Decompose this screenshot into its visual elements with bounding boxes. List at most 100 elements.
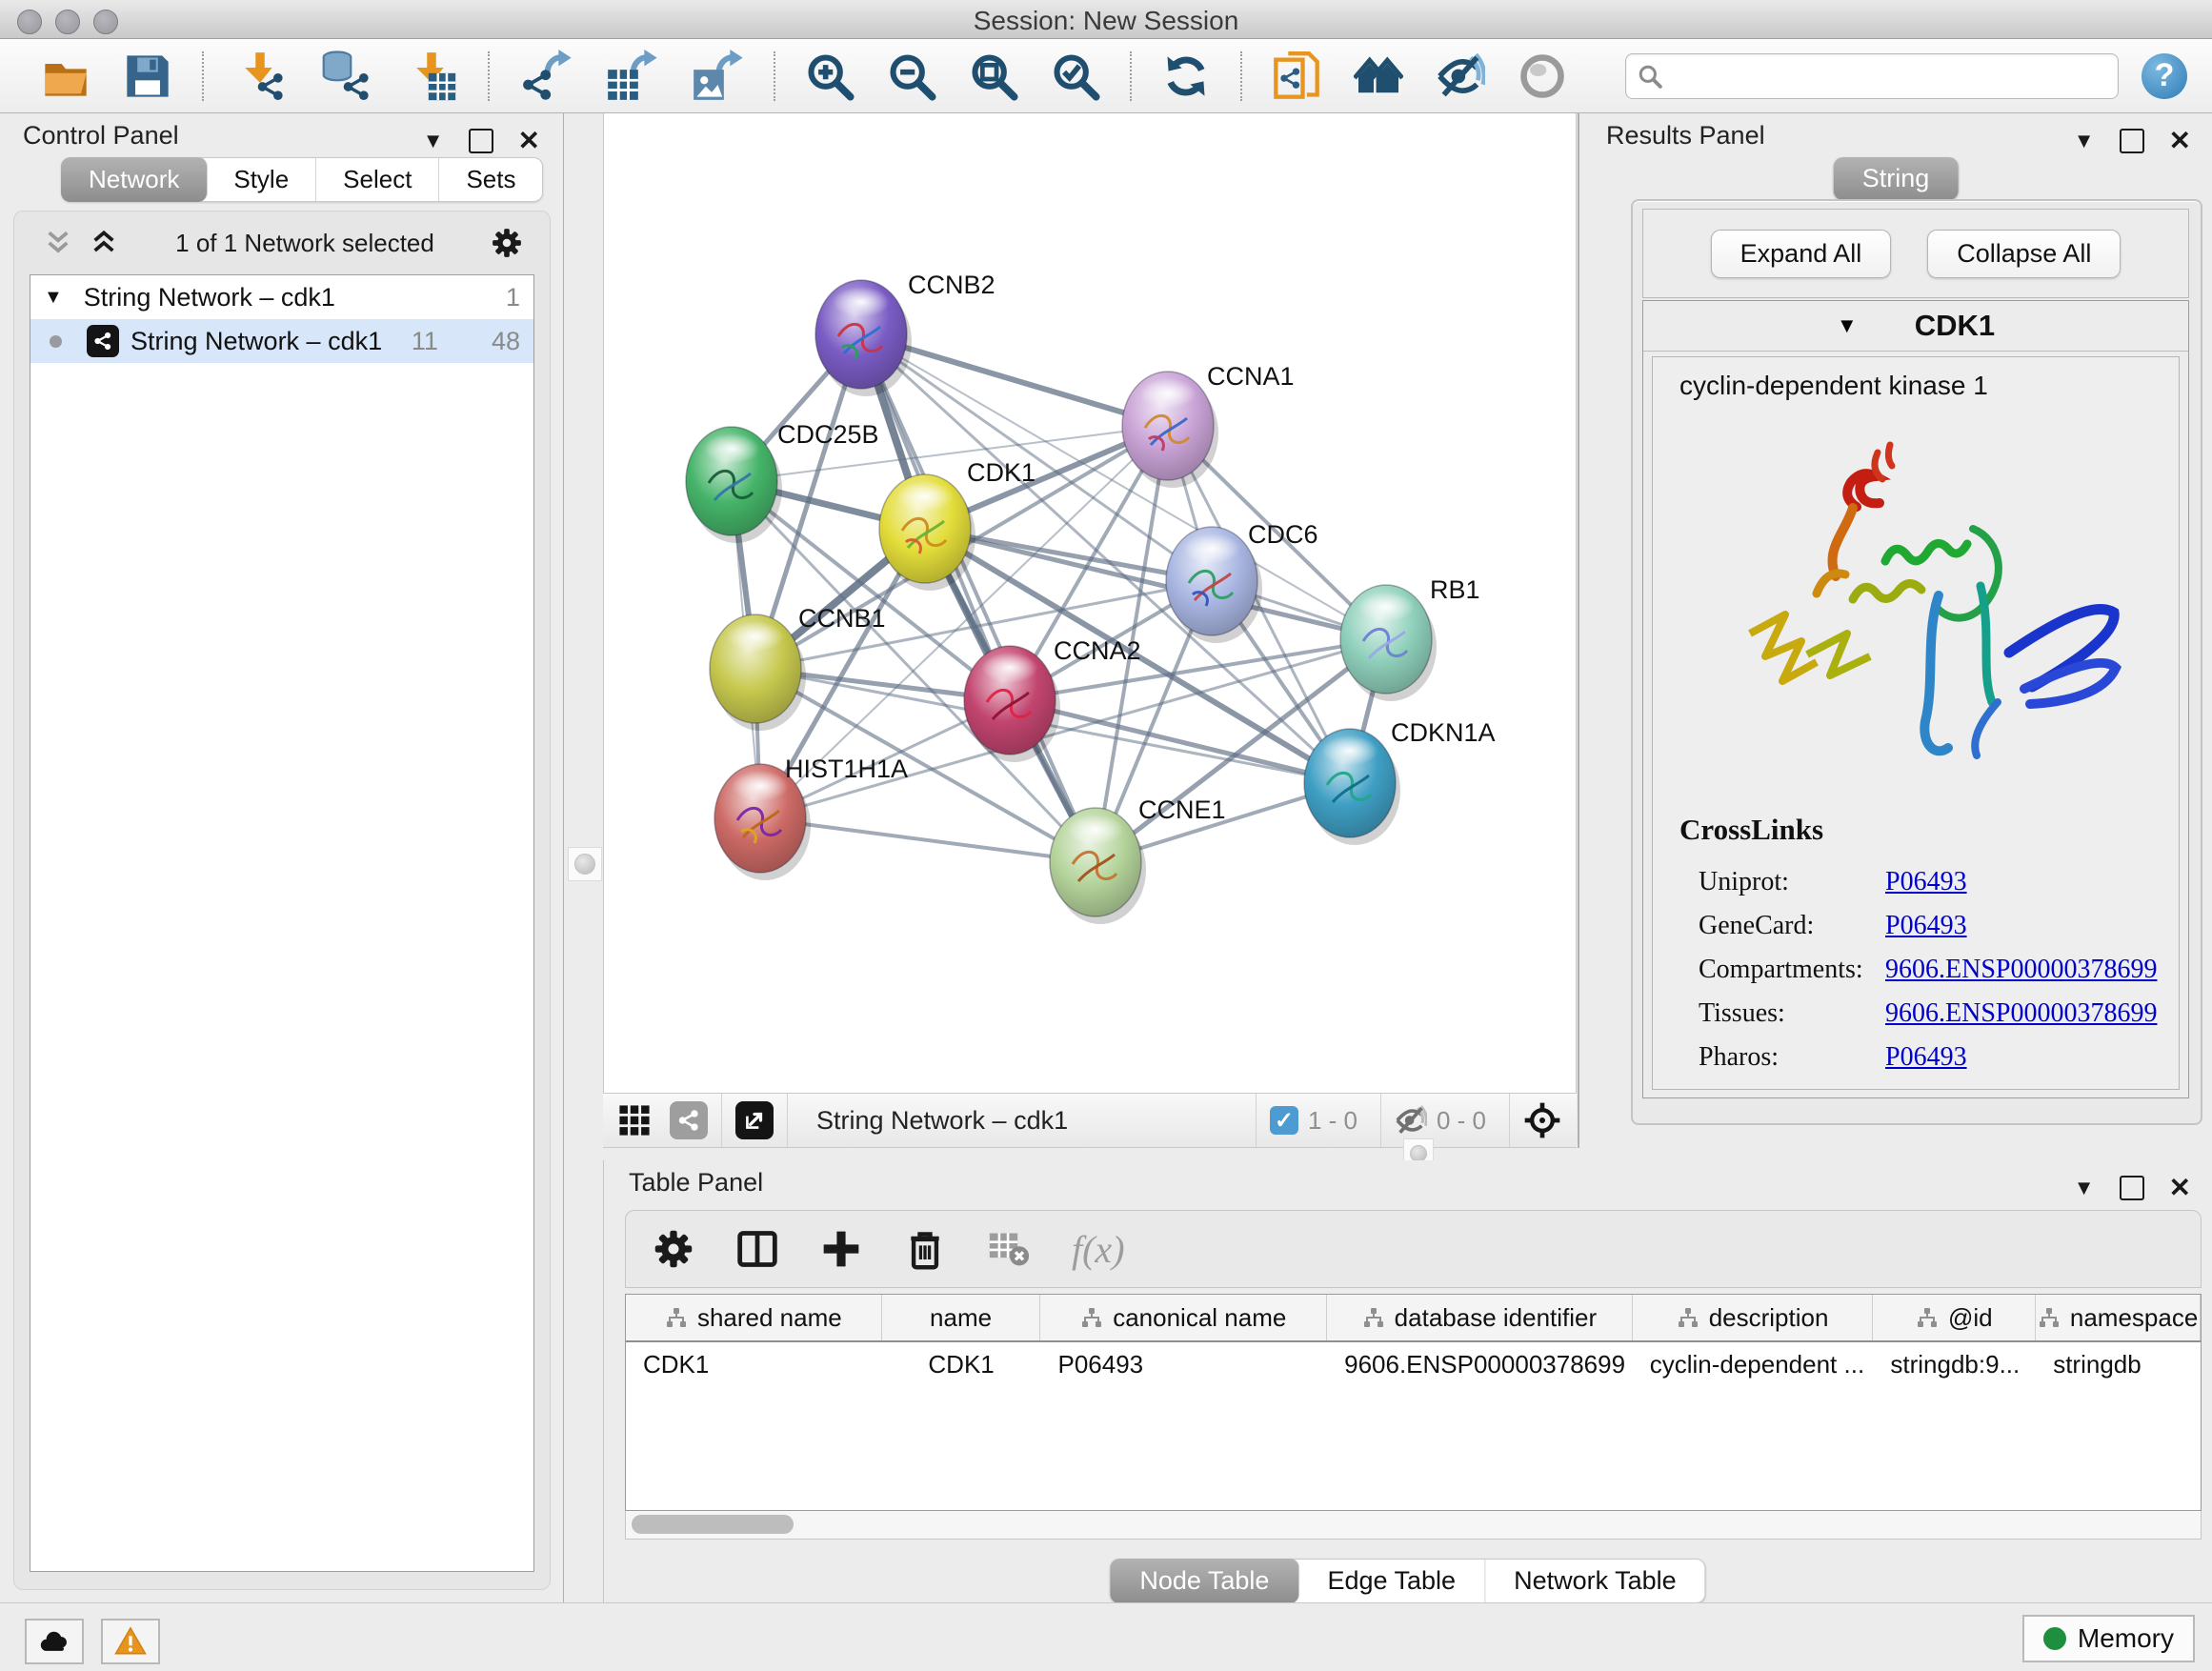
tab-network[interactable]: Network	[61, 157, 208, 202]
network-node-HIST1H1A[interactable]: HIST1H1A	[714, 755, 908, 880]
table-cell[interactable]: stringdb	[2036, 1350, 2201, 1379]
expand-all-button[interactable]: Expand All	[1711, 230, 1892, 278]
tab-select[interactable]: Select	[316, 158, 439, 201]
column-header-description[interactable]: description	[1633, 1295, 1874, 1340]
column-header-name[interactable]: name	[882, 1295, 1041, 1340]
table-horizontal-scrollbar[interactable]	[625, 1511, 2202, 1540]
panel-close-icon[interactable]: ✕	[518, 125, 540, 156]
panel-close-icon[interactable]: ✕	[2169, 1172, 2191, 1203]
network-node-RB1[interactable]: RB1	[1340, 575, 1480, 701]
column-header-namespace[interactable]: namespace	[2036, 1295, 2201, 1340]
zoom-selected-icon[interactable]	[1051, 51, 1100, 101]
open-in-window-icon[interactable]	[735, 1101, 774, 1139]
zoom-out-icon[interactable]	[887, 51, 936, 101]
left-splitter[interactable]	[565, 113, 603, 1602]
export-network-icon[interactable]	[519, 50, 573, 103]
crosslink-link[interactable]: P06493	[1885, 911, 1967, 941]
network-node-CCNE1[interactable]: CCNE1	[1050, 795, 1226, 924]
tab-node-table[interactable]: Node Table	[1110, 1559, 1299, 1603]
crosslink-link[interactable]: P06493	[1885, 1042, 1967, 1073]
left-splitter-handle[interactable]	[568, 847, 602, 881]
column-header-shared-name[interactable]: shared name	[626, 1295, 882, 1340]
selected-nodes-checkbox-icon[interactable]: ✓	[1270, 1106, 1298, 1135]
cloud-status-button[interactable]	[25, 1619, 84, 1664]
gene-expander-icon[interactable]: ▼	[1837, 313, 1858, 338]
table-row[interactable]: CDK1CDK1P064939606.ENSP00000378699cyclin…	[626, 1342, 2201, 1386]
show-all-icon[interactable]	[1518, 51, 1567, 101]
scrollbar-thumb[interactable]	[632, 1515, 794, 1534]
crosslink-link[interactable]: P06493	[1885, 867, 1967, 897]
network-options-gear-icon[interactable]	[491, 227, 523, 259]
show-columns-icon[interactable]	[736, 1228, 778, 1270]
network-graph[interactable]: CCNB2CCNA1CDC25BCDK1CDC6RB1CCNB1CCNA2CDK…	[604, 113, 1576, 1091]
first-neighbors-icon[interactable]	[1354, 51, 1403, 101]
tab-network-table[interactable]: Network Table	[1485, 1560, 1705, 1602]
table-cell[interactable]: stringdb:9...	[1873, 1350, 2036, 1379]
import-network-database-icon[interactable]	[319, 50, 372, 103]
open-session-icon[interactable]	[41, 51, 90, 101]
crosslink-link[interactable]: 9606.ENSP00000378699	[1885, 955, 2157, 985]
export-table-icon[interactable]	[605, 50, 658, 103]
network-collection-row[interactable]: ▼ String Network – cdk1 1	[30, 275, 533, 319]
table-cell[interactable]: cyclin-dependent ...	[1633, 1350, 1874, 1379]
zoom-fit-icon[interactable]	[969, 51, 1018, 101]
crosshair-icon[interactable]	[1523, 1101, 1561, 1139]
tree-expander-icon[interactable]: ▼	[44, 287, 63, 309]
column-header--id[interactable]: @id	[1873, 1295, 2036, 1340]
collapse-all-networks-icon[interactable]	[43, 228, 73, 258]
create-column-icon[interactable]	[820, 1228, 862, 1270]
table-cell[interactable]: P06493	[1040, 1350, 1327, 1379]
node-table[interactable]: shared namenamecanonical namedatabase id…	[625, 1294, 2202, 1511]
copy-documents-icon[interactable]	[1272, 51, 1321, 101]
panel-float-icon[interactable]	[469, 129, 493, 153]
horizontal-splitter[interactable]	[603, 1148, 2212, 1160]
collapse-all-button[interactable]: Collapse All	[1927, 230, 2121, 278]
network-node-CDKN1A[interactable]: CDKN1A	[1304, 718, 1496, 845]
network-node-CCNA1[interactable]: CCNA1	[1122, 362, 1295, 488]
export-image-icon[interactable]	[691, 50, 744, 103]
table-cell[interactable]: CDK1	[626, 1350, 882, 1379]
import-network-file-icon[interactable]	[233, 50, 287, 103]
network-node-CDC6[interactable]: CDC6	[1166, 520, 1318, 643]
warnings-button[interactable]	[101, 1619, 160, 1664]
network-edge[interactable]	[1010, 700, 1350, 783]
node-label: HIST1H1A	[785, 755, 908, 783]
tab-edge-table[interactable]: Edge Table	[1298, 1560, 1485, 1602]
tab-sets[interactable]: Sets	[439, 158, 542, 201]
panel-menu-icon[interactable]: ▼	[2074, 129, 2095, 153]
birds-eye-grid-icon[interactable]	[618, 1104, 651, 1137]
search-box[interactable]	[1625, 53, 2119, 99]
import-table-icon[interactable]	[405, 50, 458, 103]
gene-section-header[interactable]: ▼ CDK1	[1643, 301, 2188, 352]
network-node-CDC25B[interactable]: CDC25B	[686, 420, 879, 543]
memory-button[interactable]: Memory	[2022, 1615, 2195, 1662]
zoom-in-icon[interactable]	[805, 51, 855, 101]
crosslink-link[interactable]: 9606.ENSP00000378699	[1885, 998, 2157, 1029]
delete-column-icon[interactable]	[904, 1228, 946, 1270]
tab-string[interactable]: String	[1834, 157, 1959, 200]
table-cell[interactable]: CDK1	[882, 1350, 1041, 1379]
network-node-CCNB2[interactable]: CCNB2	[815, 271, 995, 396]
network-node-CCNB1[interactable]: CCNB1	[710, 604, 886, 731]
help-button[interactable]: ?	[2142, 53, 2187, 99]
panel-close-icon[interactable]: ✕	[2169, 125, 2191, 156]
network-canvas[interactable]: CCNB2CCNA1CDC25BCDK1CDC6RB1CCNB1CCNA2CDK…	[603, 113, 1577, 1093]
table-options-gear-icon[interactable]	[653, 1228, 694, 1270]
hide-selected-icon[interactable]	[1436, 51, 1485, 101]
column-header-canonical-name[interactable]: canonical name	[1040, 1295, 1327, 1340]
panel-menu-icon[interactable]: ▼	[423, 129, 444, 153]
toolbar-separator	[1240, 51, 1242, 101]
tab-style[interactable]: Style	[207, 158, 316, 201]
refresh-icon[interactable]	[1161, 51, 1211, 101]
save-session-icon[interactable]	[123, 51, 172, 101]
expand-all-networks-icon[interactable]	[89, 228, 119, 258]
panel-menu-icon[interactable]: ▼	[2074, 1176, 2095, 1200]
column-header-database-identifier[interactable]: database identifier	[1327, 1295, 1633, 1340]
table-cell[interactable]: 9606.ENSP00000378699	[1327, 1350, 1633, 1379]
network-node-CDK1[interactable]: CDK1	[879, 458, 1036, 591]
panel-float-icon[interactable]	[2120, 129, 2144, 153]
network-row-selected[interactable]: String Network – cdk1 11 48	[30, 319, 533, 363]
search-input[interactable]	[1670, 62, 2106, 91]
network-type-icon[interactable]	[670, 1101, 708, 1139]
panel-float-icon[interactable]	[2120, 1176, 2144, 1200]
